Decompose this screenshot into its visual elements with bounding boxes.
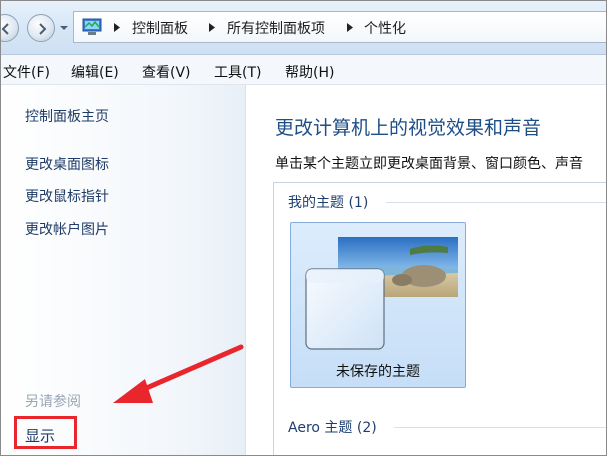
theme-preview-image: [305, 237, 458, 350]
main-content: 更改计算机上的视觉效果和声音 单击某个主题立即更改桌面背景、窗口颜色、声音 我的…: [247, 85, 606, 455]
breadcrumb-personalization[interactable]: 个性化: [364, 18, 406, 38]
menu-bar: 文件(F) 编辑(E) 查看(V) 工具(T) 帮助(H): [1, 55, 606, 85]
unsaved-theme-label: 未保存的主题: [336, 364, 420, 380]
change-desktop-icons-link[interactable]: 更改桌面图标: [25, 154, 109, 174]
group-divider: [394, 427, 606, 428]
personalization-window: 控制面板 所有控制面板项 个性化 文件(F) 编辑(E) 查看(V) 工具(T)…: [0, 0, 607, 456]
menu-file[interactable]: 文件(F): [3, 62, 50, 82]
forward-button[interactable]: [27, 14, 55, 42]
see-also-label: 另请参阅: [25, 394, 81, 410]
change-account-picture-link[interactable]: 更改帐户图片: [25, 219, 109, 239]
control-panel-home-link[interactable]: 控制面板主页: [25, 106, 109, 126]
menu-edit[interactable]: 编辑(E): [71, 62, 119, 82]
menu-help[interactable]: 帮助(H): [285, 62, 334, 82]
forward-arrow-icon: [39, 23, 47, 35]
red-highlight-box: [14, 416, 77, 449]
chevron-right-icon[interactable]: [346, 23, 354, 32]
aero-themes-header[interactable]: Aero 主题 (2): [288, 417, 377, 437]
chevron-right-icon[interactable]: [113, 23, 121, 32]
change-mouse-pointers-link[interactable]: 更改鼠标指针: [25, 186, 109, 206]
theme-list: 我的主题 (1) 未保存的主题 Aero 主题 (2): [273, 182, 606, 455]
page-title: 更改计算机上的视觉效果和声音: [275, 117, 542, 139]
unsaved-theme-tile[interactable]: 未保存的主题: [290, 222, 466, 388]
breadcrumb-all-items[interactable]: 所有控制面板项: [227, 18, 325, 38]
back-arrow-icon: [1, 23, 9, 35]
menu-view[interactable]: 查看(V): [142, 62, 191, 82]
control-panel-icon: [82, 18, 102, 35]
breadcrumb[interactable]: 控制面板 所有控制面板项 个性化: [73, 11, 606, 43]
menu-tools[interactable]: 工具(T): [214, 62, 261, 82]
chevron-right-icon[interactable]: [208, 23, 216, 32]
breadcrumb-control-panel[interactable]: 控制面板: [132, 18, 188, 38]
my-themes-header[interactable]: 我的主题 (1): [288, 192, 368, 212]
back-button[interactable]: [1, 14, 19, 42]
group-divider: [386, 202, 606, 203]
red-pointer-arrow: [113, 344, 244, 403]
page-description: 单击某个主题立即更改桌面背景、窗口颜色、声音: [275, 156, 583, 172]
recent-pages-dropdown-icon[interactable]: [59, 23, 69, 33]
address-bar: 控制面板 所有控制面板项 个性化: [1, 1, 606, 55]
